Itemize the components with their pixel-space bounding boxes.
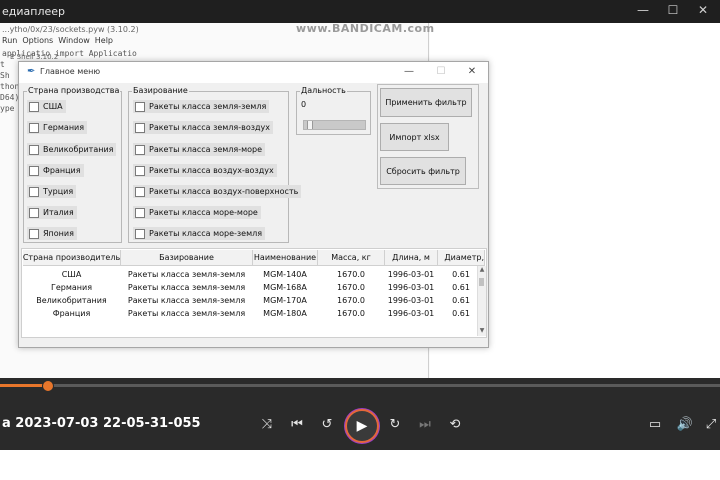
col-header-name[interactable]: Наименование — [253, 250, 318, 266]
cell-length[interactable]: 1996-03-01 — [385, 268, 437, 280]
range-slider-thumb[interactable] — [307, 121, 313, 129]
shell-text: t Sh thon D64) ype — [0, 60, 20, 113]
skip-forward-icon[interactable]: ⏭ — [416, 416, 434, 434]
play-icon: ▶ — [356, 418, 368, 434]
repeat-off-icon[interactable]: ⟲ — [446, 416, 464, 434]
import-xlsx-button[interactable]: Импорт xlsx — [380, 123, 449, 151]
dialog-titlebar: ✒ Главное меню — ☐ ✕ — [19, 62, 488, 83]
country-group-label: Страна производства — [27, 86, 121, 95]
editor-menu: Run Options Window Help — [0, 36, 113, 50]
country-checkbox-japan[interactable]: Япония — [27, 227, 77, 240]
player-titlebar: едиаплеер — ☐ ✕ — [0, 0, 720, 23]
cell-mass[interactable]: 1670.0 — [318, 268, 384, 280]
menu-options[interactable]: Options — [22, 36, 53, 50]
play-button[interactable]: ▶ — [345, 409, 379, 443]
cell-basing[interactable]: Ракеты класса земля-земля — [121, 307, 252, 319]
miniplayer-icon[interactable]: ▭ — [646, 416, 664, 434]
country-checkbox-uk[interactable]: Великобритания — [27, 143, 117, 156]
seek-track[interactable] — [0, 384, 720, 387]
basing-group: Базирование Ракеты класса земля-земля Ра… — [128, 86, 302, 243]
cell-name[interactable]: MGM-140A — [253, 268, 317, 280]
basing-checkbox-ground-sea[interactable]: Ракеты класса земля-море — [133, 143, 266, 156]
dialog-minimize-icon[interactable]: — — [402, 65, 416, 79]
basing-group-label: Базирование — [132, 86, 189, 95]
dialog-close-icon[interactable]: ✕ — [465, 65, 479, 79]
range-group: Дальность 0 — [296, 86, 371, 135]
country-checkbox-france[interactable]: Франция — [27, 164, 84, 177]
cell-length[interactable]: 1996-03-01 — [385, 294, 437, 306]
cell-length[interactable]: 1996-03-01 — [385, 281, 437, 293]
range-group-label: Дальность — [300, 86, 347, 95]
skip-back-icon[interactable]: ⏮ — [288, 416, 306, 434]
player-title: едиаплеер — [2, 5, 66, 18]
basing-checkbox-air-air[interactable]: Ракеты класса воздух-воздух — [133, 164, 277, 177]
video-timestamp: а 2023-07-03 22-05-31-055 — [2, 416, 201, 431]
fullscreen-icon[interactable]: ⤢ — [702, 416, 720, 434]
cell-country[interactable]: Великобритания — [23, 294, 120, 306]
menu-help[interactable]: Help — [95, 36, 113, 50]
bandicam-watermark: www.BANDICAM.com — [296, 22, 435, 35]
maximize-icon[interactable]: ☐ — [666, 3, 680, 17]
cell-name[interactable]: MGM-170A — [253, 294, 317, 306]
main-menu-dialog: ✒ Главное меню — ☐ ✕ Страна производства… — [18, 61, 489, 348]
dialog-title: Главное меню — [40, 67, 101, 76]
table-vertical-scrollbar[interactable]: ▲ ▼ — [477, 266, 486, 336]
forward-icon[interactable]: ↻ — [386, 416, 404, 434]
basing-checkbox-ground-air[interactable]: Ракеты класса земля-воздух — [133, 121, 273, 134]
cell-country[interactable]: США — [23, 268, 120, 280]
cell-mass[interactable]: 1670.0 — [318, 294, 384, 306]
col-header-basing[interactable]: Базирование — [121, 250, 253, 266]
volume-icon[interactable]: 🔊 — [676, 416, 694, 434]
scrollbar-thumb[interactable] — [479, 278, 484, 286]
close-icon[interactable]: ✕ — [696, 3, 710, 17]
shuffle-icon[interactable]: ⤨ — [258, 416, 276, 434]
scroll-down-icon[interactable]: ▼ — [478, 327, 486, 335]
range-slider[interactable] — [303, 120, 366, 130]
basing-checkbox-sea-sea[interactable]: Ракеты класса море-море — [133, 206, 261, 219]
reset-filter-button[interactable]: Сбросить фильтр — [380, 157, 466, 185]
desktop-area — [0, 450, 720, 480]
basing-checkbox-ground-ground[interactable]: Ракеты класса земля-земля — [133, 100, 270, 113]
country-group: Страна производства США Германия Великоб… — [23, 86, 122, 243]
range-value[interactable]: 0 — [301, 100, 309, 111]
results-table: Страна производитель Базирование Наимено… — [21, 248, 487, 338]
rewind-icon[interactable]: ↺ — [318, 416, 336, 434]
country-checkbox-italy[interactable]: Италия — [27, 206, 77, 219]
col-header-diameter[interactable]: Диаметр, — [438, 250, 485, 266]
country-checkbox-turkey[interactable]: Турция — [27, 185, 77, 198]
menu-run[interactable]: Run — [2, 36, 17, 50]
minimize-icon[interactable]: — — [636, 3, 650, 17]
cell-basing[interactable]: Ракеты класса земля-земля — [121, 294, 252, 306]
col-header-length[interactable]: Длина, м — [385, 250, 438, 266]
seek-progress — [0, 384, 49, 387]
shell-title: E Shell 3.10.2 — [10, 53, 59, 61]
country-checkbox-germany[interactable]: Германия — [27, 121, 88, 134]
cell-name[interactable]: MGM-180A — [253, 307, 317, 319]
editor-path: ...ytho/0x/23/sockets.pyw (3.10.2) — [2, 25, 139, 34]
menu-window[interactable]: Window — [58, 36, 90, 50]
apply-filter-button[interactable]: Применить фильтр — [380, 88, 472, 117]
player-controls-bar: а 2023-07-03 22-05-31-055 ⤨ ⏮ ↺ ▶ ↻ ⏭ ⟲ … — [0, 378, 720, 450]
cell-name[interactable]: MGM-168A — [253, 281, 317, 293]
country-checkbox-usa[interactable]: США — [27, 100, 66, 113]
dialog-maximize-icon[interactable]: ☐ — [434, 65, 448, 79]
col-header-mass[interactable]: Масса, кг — [318, 250, 385, 266]
cell-country[interactable]: Германия — [23, 281, 120, 293]
seek-handle[interactable] — [42, 380, 55, 392]
cell-basing[interactable]: Ракеты класса земля-земля — [121, 268, 252, 280]
cell-length[interactable]: 1996-03-01 — [385, 307, 437, 319]
col-header-country[interactable]: Страна производитель — [23, 250, 121, 266]
cell-mass[interactable]: 1670.0 — [318, 307, 384, 319]
cell-country[interactable]: Франция — [23, 307, 120, 319]
cell-basing[interactable]: Ракеты класса земля-земля — [121, 281, 252, 293]
basing-checkbox-air-surface[interactable]: Ракеты класса воздух-поверхность — [133, 185, 302, 198]
scroll-up-icon[interactable]: ▲ — [478, 266, 486, 274]
basing-checkbox-sea-ground[interactable]: Ракеты класса море-земля — [133, 227, 266, 240]
feather-icon: ✒ — [27, 66, 36, 77]
cell-mass[interactable]: 1670.0 — [318, 281, 384, 293]
